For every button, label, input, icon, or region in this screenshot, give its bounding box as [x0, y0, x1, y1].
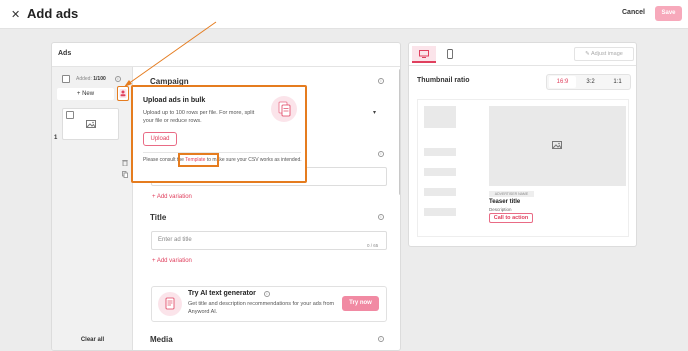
ratio-3-2[interactable]: 3:2	[577, 76, 604, 88]
ratio-16-9[interactable]: 16:9	[549, 76, 576, 88]
placeholder-block	[424, 106, 456, 128]
mobile-icon[interactable]	[447, 49, 453, 59]
adjust-image-button[interactable]: ✎ Adjust image	[574, 47, 634, 61]
call-to-action-button[interactable]: Call to action	[489, 213, 533, 223]
preview-tabs: ✎ Adjust image	[409, 43, 636, 66]
preview-panel: ✎ Adjust image Thumbnail ratio 16:9 3:2 …	[408, 42, 637, 247]
ratio-1-1[interactable]: 1:1	[604, 76, 631, 88]
pencil-icon: ✎	[585, 51, 590, 57]
placeholder-line	[424, 208, 456, 216]
thumbnail-ratio-label: Thumbnail ratio	[417, 77, 470, 84]
ratio-selector: 16:9 3:2 1:1	[546, 74, 631, 90]
teaser-description: Description	[489, 207, 512, 212]
adjust-image-label: Adjust image	[591, 51, 623, 57]
ad-preview: ADVERTISER NAME Teaser title Description…	[417, 99, 629, 237]
advertiser-name: ADVERTISER NAME	[489, 191, 534, 197]
placeholder-line	[424, 168, 456, 176]
desktop-icon	[419, 50, 429, 58]
image-placeholder-icon	[552, 141, 562, 149]
thumbnail-image	[489, 106, 626, 186]
placeholder-line	[424, 188, 456, 196]
teaser-title: Teaser title	[489, 199, 521, 205]
tab-desktop[interactable]	[412, 46, 436, 63]
placeholder-line	[424, 148, 456, 156]
